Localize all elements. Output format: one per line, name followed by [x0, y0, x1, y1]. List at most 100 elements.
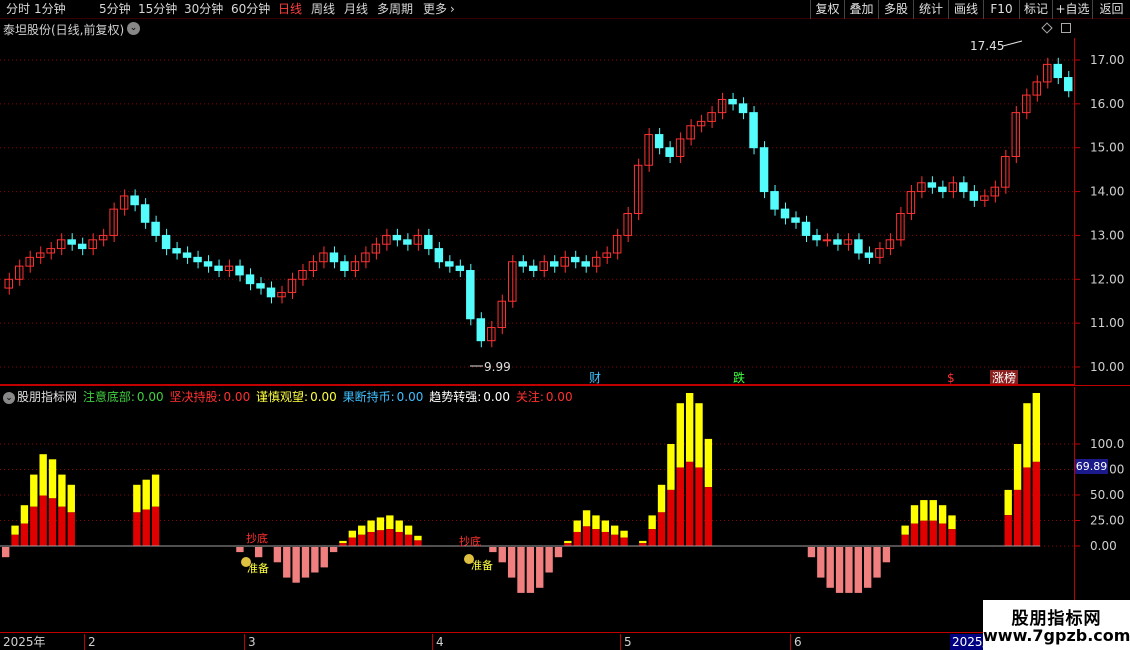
kline-chart[interactable]: 17.00 16.00 15.00 14.00 13.00 12.00 11.00 10.00… [0, 0, 1130, 650]
indicator-bar-pink [545, 547, 553, 573]
chevron-down-icon[interactable]: ⌄ [3, 391, 15, 404]
candle-down [812, 234, 821, 241]
indicator-tick-label: 50.00 [1090, 488, 1124, 502]
indicator-bar-pink [882, 547, 891, 563]
indicator-tick-label: 0.00 [1090, 539, 1117, 553]
indicator-bar-red [404, 534, 413, 546]
candle-down [728, 98, 737, 105]
candle-down [77, 243, 87, 250]
candle-down [161, 234, 171, 250]
indicator-bar-red [39, 495, 47, 546]
indicator-bar-pink [498, 547, 506, 563]
indicator-bar-pink [489, 547, 497, 553]
candle-down [455, 265, 465, 272]
candle-down [67, 239, 76, 245]
candle-down [969, 191, 979, 201]
candle-down [549, 261, 559, 267]
indicator-bar-red [67, 512, 75, 546]
candle-up [686, 125, 695, 140]
candle-down [654, 134, 664, 149]
candle-down [392, 234, 402, 241]
indicator-bar-red [582, 526, 591, 546]
indicator-bar-yellow [657, 484, 666, 513]
watermark-url: www.7gpzb.com [983, 626, 1130, 645]
price-tick-label: 16.00 [1090, 97, 1124, 111]
candle-down [864, 252, 874, 258]
indicator-bar-yellow [704, 438, 713, 488]
candle-down [780, 208, 790, 219]
candle-down [529, 265, 538, 272]
indicator-bar-yellow [1023, 403, 1031, 468]
indicator-bar-red [667, 489, 675, 546]
indicator-bar-yellow [920, 500, 928, 521]
candle-down [329, 252, 339, 263]
indicator-tick-label: 100.0 [1090, 437, 1124, 451]
indicator-bar-yellow [11, 525, 19, 535]
indicator-bar-pink [301, 547, 310, 578]
candle-down [245, 274, 255, 285]
indicator-bar-yellow [639, 540, 647, 544]
candle-down [518, 261, 528, 267]
indicator-bar-yellow [929, 500, 937, 521]
indicator-bar-pink [854, 547, 862, 593]
candle-down [938, 186, 947, 193]
candle-down [340, 261, 349, 272]
price-tick-label: 17.00 [1090, 53, 1124, 67]
indicator-bar-yellow [376, 517, 385, 531]
indicator-bar-yellow [58, 474, 66, 507]
field-hold-value: 0.00 [223, 390, 251, 404]
indicator-bar-red [386, 529, 394, 546]
indicator-bar-yellow [685, 393, 694, 462]
indicator-bar-red [142, 509, 150, 546]
candle-down [214, 265, 223, 272]
candle-up [822, 239, 832, 242]
field-sell-value: 0.00 [396, 390, 424, 404]
indicator-bar-pink [273, 547, 282, 563]
indicator-bar-red [657, 512, 666, 546]
indicator-current-value: 69.89 [1075, 459, 1108, 474]
candle-up [591, 256, 601, 267]
candle-down [959, 182, 968, 193]
field-bottom-label: 注意底部: [82, 390, 135, 404]
candle-down [759, 147, 769, 193]
candle-down [927, 182, 937, 188]
indicator-bar-yellow [564, 540, 572, 544]
price-tick-label: 10.00 [1090, 360, 1124, 374]
indicator-bar-red [1032, 461, 1040, 546]
indicator-bar-red [620, 537, 628, 546]
indicator-bar-red [358, 534, 366, 546]
indicator-bar-pink [254, 547, 263, 558]
indicator-bar-yellow [367, 520, 375, 532]
indicator-bar-red [367, 531, 375, 546]
candle-down [434, 248, 444, 263]
indicator-bar-red [20, 523, 29, 546]
date-label-may: 5 [620, 634, 632, 650]
field-sell-label: 果断持币: [342, 390, 395, 404]
candle-down [172, 248, 181, 254]
field-focus-label: 关注: [515, 390, 544, 404]
candle-down [403, 239, 412, 245]
candle-down [182, 252, 192, 258]
indicator-bar-red [573, 531, 581, 546]
indicator-bar-pink [517, 547, 525, 593]
date-label-year: 2025年 [3, 635, 46, 649]
indicator-bar-red [395, 531, 403, 546]
indicator-bar-red [685, 461, 694, 546]
indicator-bar-yellow [30, 474, 38, 507]
indicator-bar-yellow [573, 520, 581, 532]
indicator-bar-red [611, 534, 619, 546]
indicator-bar-yellow [339, 540, 347, 544]
candle-down [203, 261, 213, 267]
candle-down [140, 204, 150, 223]
indicator-bar-yellow [67, 484, 75, 513]
indicator-bar-pink [526, 547, 535, 593]
indicator-bar-red [1004, 515, 1012, 546]
indicator-bar-red [376, 530, 385, 546]
indicator-bar-pink [292, 547, 300, 583]
field-watch-label: 谨慎观望: [256, 390, 309, 404]
indicator-bar-red [910, 523, 919, 546]
indicator-bar-yellow [1004, 489, 1012, 516]
indicator-bar-yellow [601, 520, 610, 532]
date-axis: 2025年 2 3 4 5 6 2025/ [0, 632, 1075, 650]
indicator-bar-yellow [910, 505, 919, 524]
